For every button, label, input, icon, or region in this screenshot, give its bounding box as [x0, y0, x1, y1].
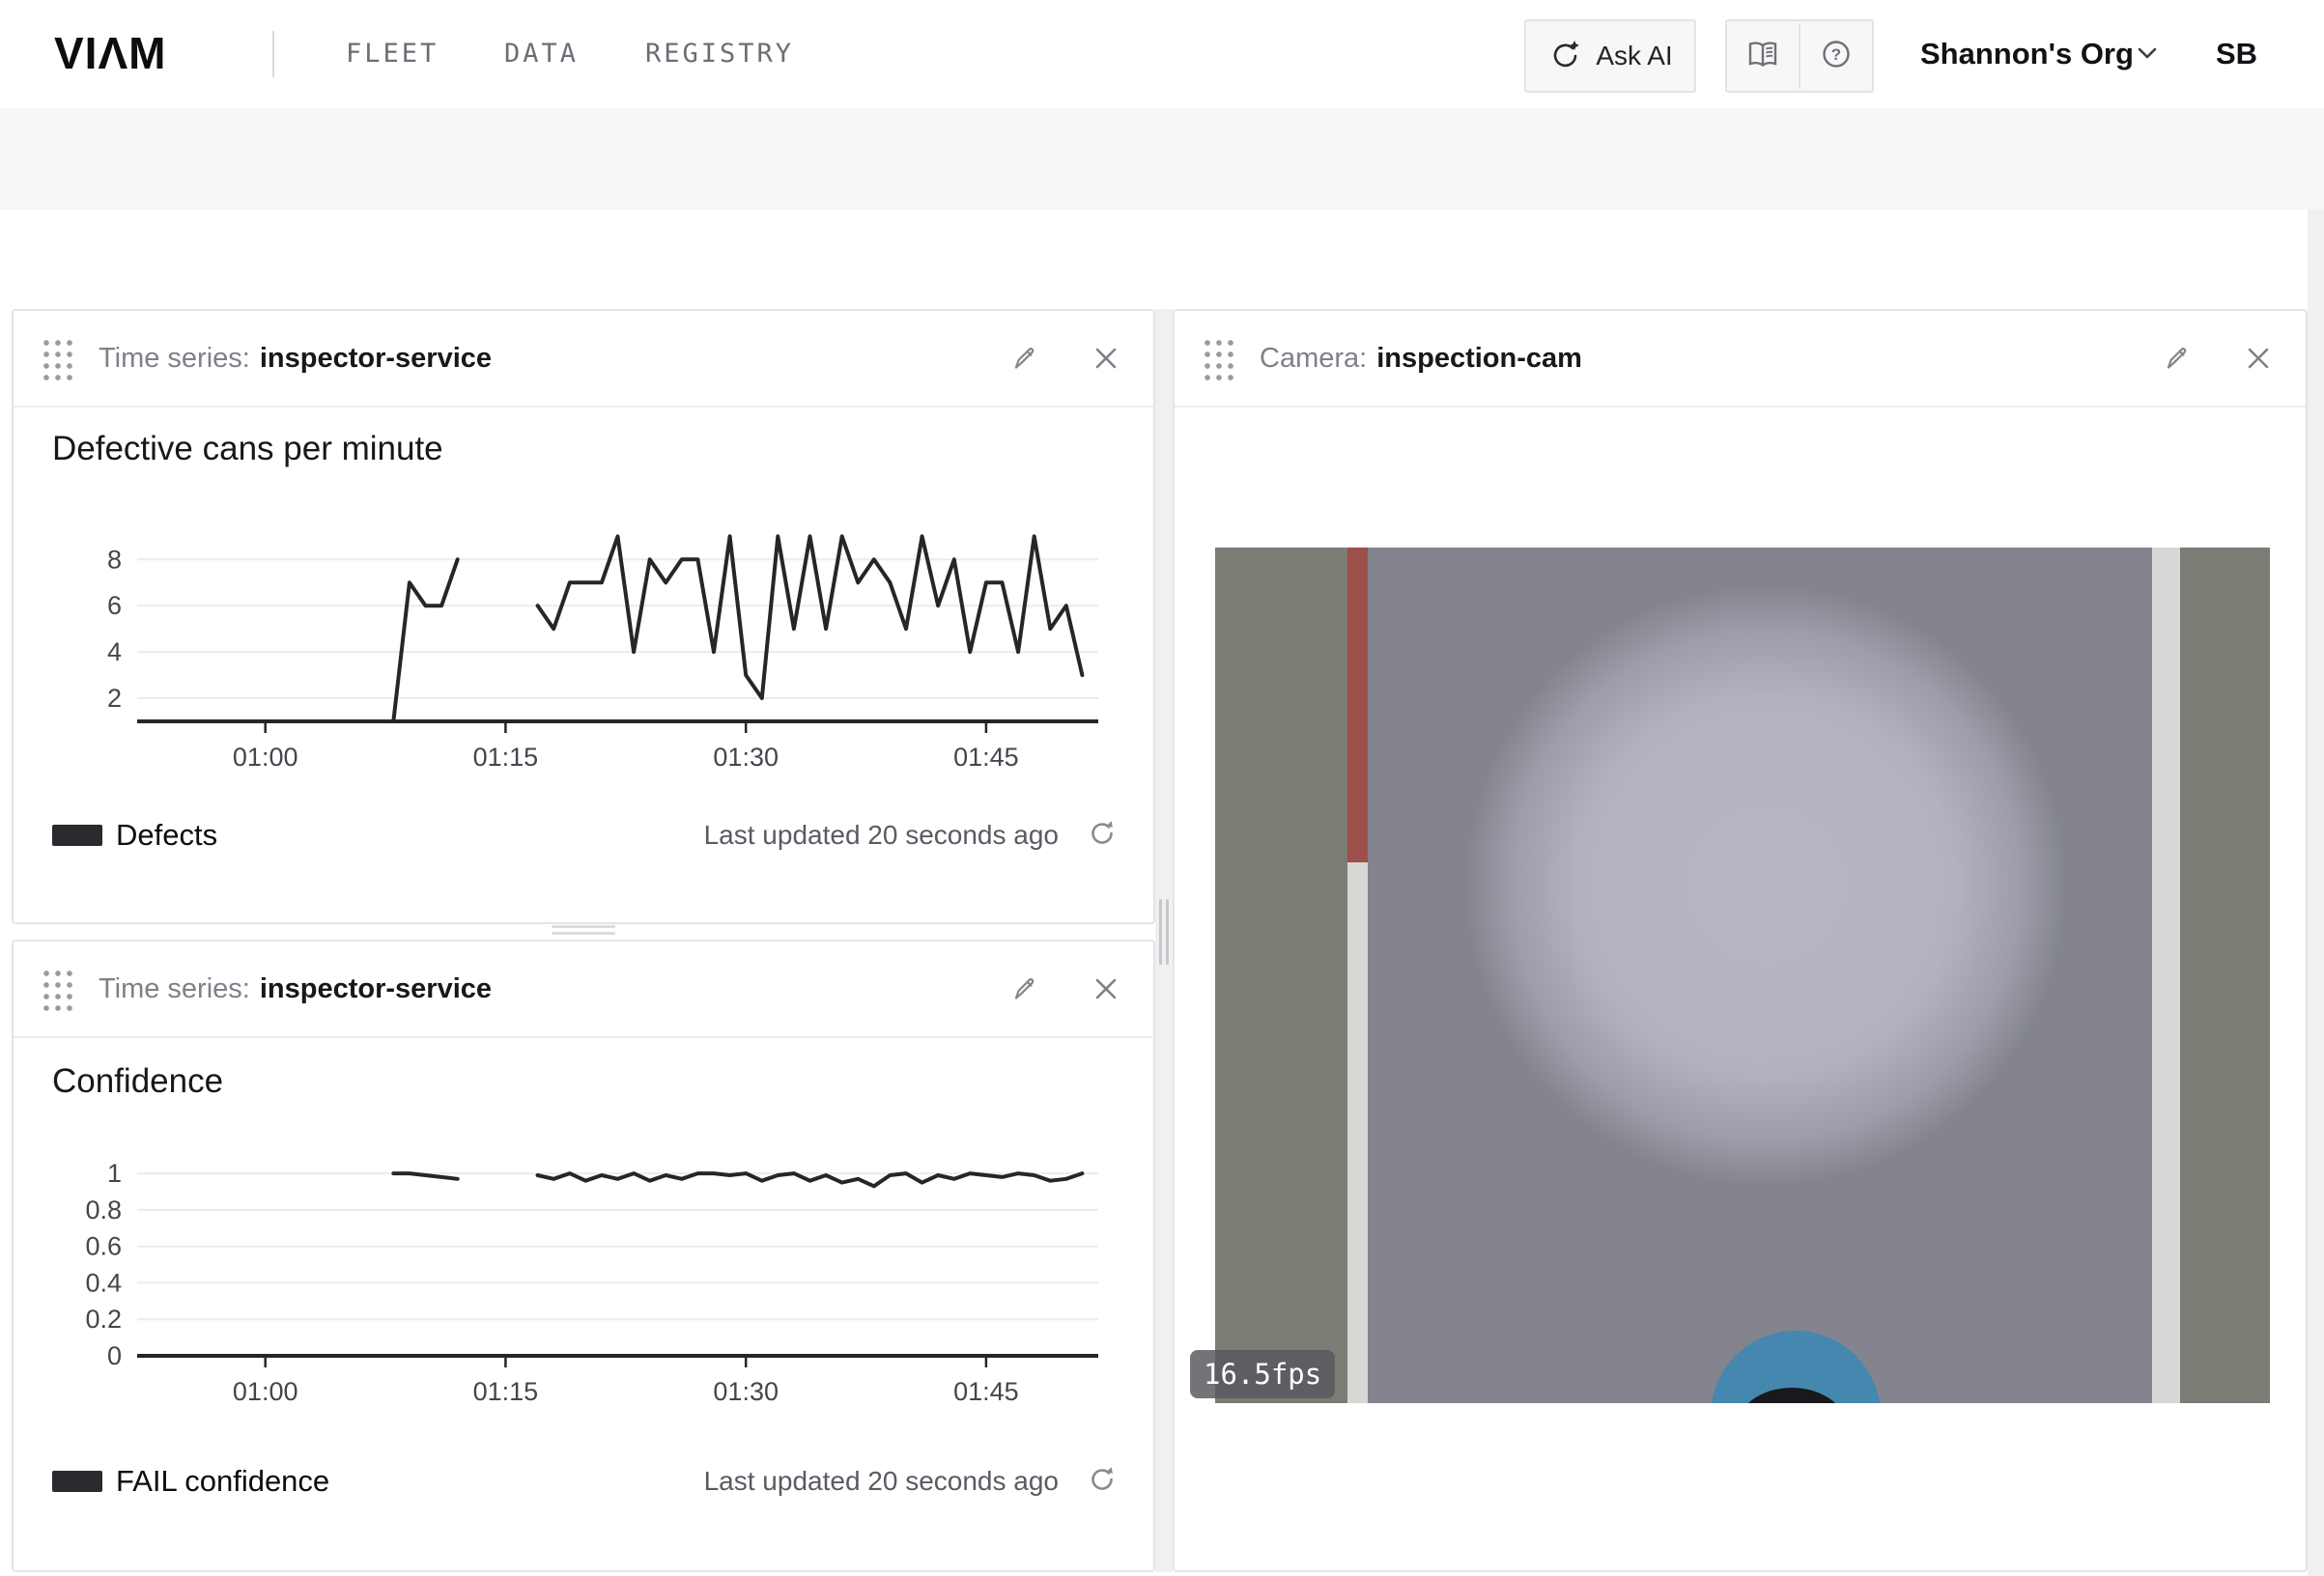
viam-logo[interactable]: VIΛM	[54, 27, 166, 79]
svg-text:4: 4	[107, 637, 122, 666]
close-icon[interactable]	[2242, 342, 2275, 375]
conveyor-right-band	[2180, 548, 2270, 1403]
header-divider	[272, 31, 274, 77]
widget-type-label: Camera:	[1260, 343, 1367, 375]
last-updated-text: Last updated 20 seconds ago	[704, 820, 1059, 851]
workspace-toolbar: Workspaces › inspection Home inspection-…	[0, 210, 2324, 309]
book-icon	[1744, 39, 1781, 74]
legend-swatch	[52, 825, 102, 846]
svg-text:01:15: 01:15	[473, 743, 539, 772]
edit-pencil-icon[interactable]	[1008, 972, 1041, 1005]
timeseries-widget-defects: Time series: inspector-service Defective…	[12, 309, 1155, 924]
svg-text:01:45: 01:45	[953, 743, 1019, 772]
svg-text:2: 2	[107, 684, 122, 713]
legend-label: FAIL confidence	[116, 1464, 329, 1499]
chart-legend: FAIL confidence	[52, 1464, 329, 1499]
row-resize-handle[interactable]	[552, 925, 615, 935]
drag-handle-icon[interactable]	[39, 335, 73, 381]
chart-title: Defective cans per minute	[52, 430, 443, 468]
fps-badge: 16.5fps	[1190, 1350, 1335, 1398]
help-icon-group: ?	[1725, 19, 1874, 93]
widget-type-label: Time series:	[99, 973, 250, 1005]
widget-header: Time series: inspector-service	[14, 311, 1153, 408]
docs-button[interactable]	[1727, 23, 1799, 89]
svg-text:0.4: 0.4	[85, 1268, 122, 1297]
widget-type-label: Time series:	[99, 343, 250, 375]
fleet-subnav: ALL MACHINES LOCATIONS TELEOP DASHBOARD …	[0, 108, 2324, 211]
legend-label: Defects	[116, 818, 217, 853]
svg-text:0.8: 0.8	[85, 1196, 122, 1224]
nav-fleet[interactable]: FLEET	[346, 39, 439, 69]
svg-text:01:00: 01:00	[233, 1377, 298, 1406]
defects-chart: 2 4 6 8 01:00 01:15 01:30 01:45	[60, 514, 1122, 784]
close-icon[interactable]	[1090, 342, 1122, 375]
ask-ai-button[interactable]: Ask AI	[1524, 19, 1696, 93]
widget-resource-name: inspector-service	[260, 343, 492, 375]
confidence-chart: 0 0.2 0.4 0.6 0.8 1 01:00 01:15 01:30 01:45	[60, 1141, 1122, 1421]
svg-text:6: 6	[107, 591, 122, 620]
svg-text:01:30: 01:30	[713, 743, 779, 772]
svg-text:01:45: 01:45	[953, 1377, 1019, 1406]
svg-text:0.6: 0.6	[85, 1232, 122, 1261]
chart-legend: Defects	[52, 818, 217, 853]
svg-text:1: 1	[107, 1159, 122, 1188]
edit-pencil-icon[interactable]	[2161, 342, 2194, 375]
refresh-icon[interactable]	[1086, 816, 1119, 854]
drag-handle-icon[interactable]	[1200, 335, 1234, 381]
user-avatar[interactable]: SB	[2216, 37, 2257, 71]
widget-header: Time series: inspector-service	[14, 942, 1153, 1038]
help-button[interactable]: ?	[1799, 23, 1872, 89]
svg-text:01:15: 01:15	[473, 1377, 539, 1406]
last-updated-text: Last updated 20 seconds ago	[704, 1466, 1059, 1497]
svg-text:0: 0	[107, 1341, 122, 1370]
camera-light-spot	[1215, 548, 2270, 1403]
edit-pencil-icon[interactable]	[1008, 342, 1041, 375]
column-resize-handle[interactable]	[1159, 899, 1169, 965]
org-switcher[interactable]: Shannon's Org	[1920, 37, 2134, 71]
widget-header: Camera: inspection-cam	[1175, 311, 2306, 408]
svg-text:01:00: 01:00	[233, 743, 298, 772]
ask-ai-label: Ask AI	[1596, 41, 1672, 71]
svg-text:8: 8	[107, 545, 122, 574]
timeseries-widget-confidence: Time series: inspector-service Confidenc…	[12, 940, 1155, 1572]
conveyor-left-band	[1215, 548, 1347, 1403]
last-updated-row: Last updated 20 seconds ago	[574, 1462, 1119, 1500]
ask-ai-sparkle-refresh-icon	[1547, 36, 1584, 77]
teleop-page: VIΛM FLEET DATA REGISTRY Ask AI ? Shanno…	[0, 0, 2324, 1576]
svg-text:0.2: 0.2	[85, 1305, 122, 1334]
legend-swatch	[52, 1471, 102, 1492]
widget-resource-name: inspector-service	[260, 973, 492, 1005]
chart-title: Confidence	[52, 1062, 223, 1101]
nav-data[interactable]: DATA	[504, 39, 579, 69]
svg-text:01:30: 01:30	[713, 1377, 779, 1406]
widget-resource-name: inspection-cam	[1376, 343, 1582, 375]
drag-handle-icon[interactable]	[39, 966, 73, 1012]
chevron-down-icon[interactable]	[2137, 46, 2158, 65]
page-scrollbar[interactable]	[2308, 210, 2324, 1576]
question-circle-icon: ?	[1820, 38, 1853, 75]
svg-text:?: ?	[1831, 45, 1841, 64]
camera-stream	[1215, 548, 2270, 1403]
close-icon[interactable]	[1090, 972, 1122, 1005]
top-header: VIΛM FLEET DATA REGISTRY Ask AI ? Shanno…	[0, 0, 2324, 110]
red-marker-bar	[1347, 548, 1368, 862]
conveyor-right-rail	[2152, 548, 2180, 1403]
last-updated-row: Last updated 20 seconds ago	[574, 816, 1119, 854]
nav-registry[interactable]: REGISTRY	[645, 39, 794, 69]
refresh-icon[interactable]	[1086, 1462, 1119, 1500]
